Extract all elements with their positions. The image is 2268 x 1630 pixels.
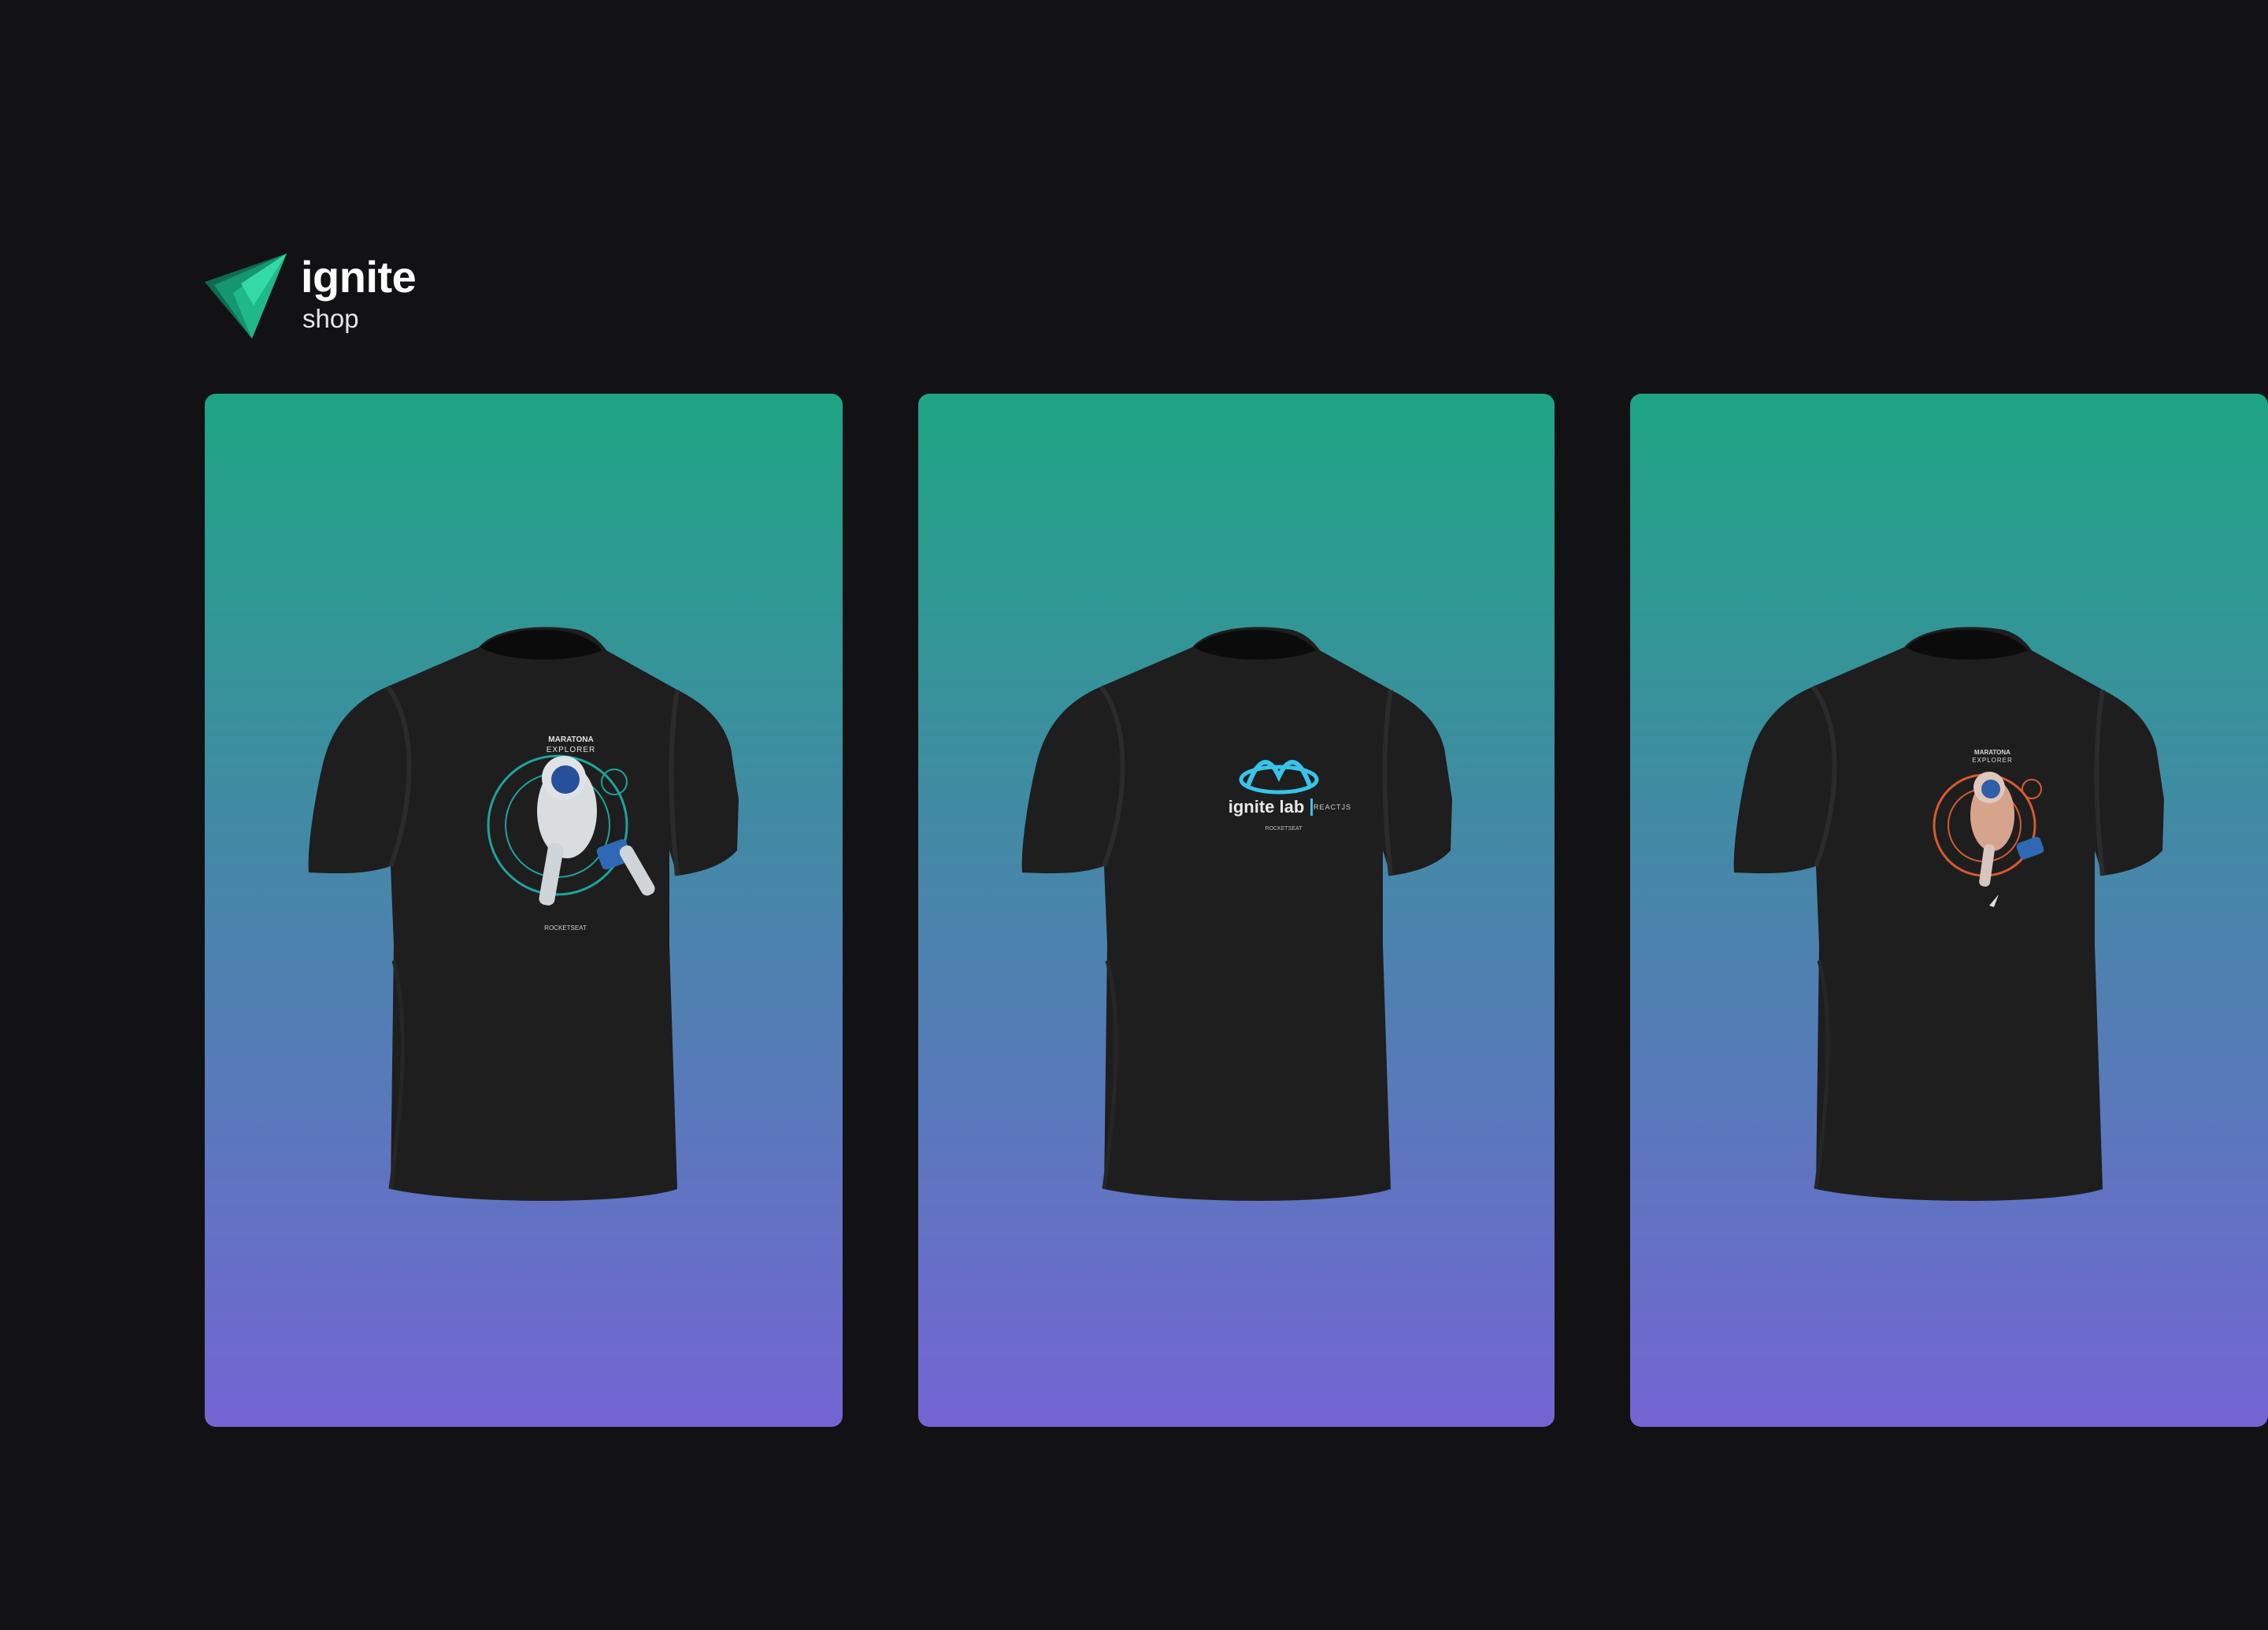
product-card[interactable]: MARATONA EXPLORER — [1630, 394, 2268, 1427]
product-image: MARATONA EXPLORER ROCKETSEAT — [308, 627, 739, 1201]
product-card[interactable]: MARATONA EXPLORER ROCKETSEAT — [205, 394, 843, 1427]
tshirt-image — [308, 627, 739, 1201]
print-title: MARATONA — [548, 735, 593, 744]
print-subtitle: EXPLORER — [1972, 757, 2013, 764]
print-subtitle: REACTJS — [1314, 803, 1351, 811]
tshirt-image — [1021, 627, 1452, 1201]
product-card[interactable]: ignite lab REACTJS ROCKETSEAT — [918, 394, 1555, 1427]
print-footer: ROCKETSEAT — [544, 924, 587, 932]
product-carousel[interactable]: MARATONA EXPLORER ROCKETSEAT ignite lab … — [205, 394, 2268, 1427]
page: ignite shop MARATONA EXPLORER ROCKETSEAT… — [0, 0, 2268, 1630]
logo-subtitle: shop — [302, 304, 359, 333]
logo-wordmark: ignite — [301, 252, 417, 302]
ignite-logo-icon — [205, 254, 287, 339]
print-title: MARATONA — [1974, 749, 2010, 756]
print-subtitle: EXPLORER — [547, 746, 595, 754]
product-image: MARATONA EXPLORER — [1733, 627, 2164, 1201]
tshirt-image — [1733, 627, 2164, 1201]
print-footer: ROCKETSEAT — [1266, 826, 1303, 832]
product-image: ignite lab REACTJS ROCKETSEAT — [1021, 627, 1452, 1201]
brand-logo[interactable]: ignite shop — [205, 254, 441, 340]
print-title: ignite lab — [1228, 797, 1305, 817]
